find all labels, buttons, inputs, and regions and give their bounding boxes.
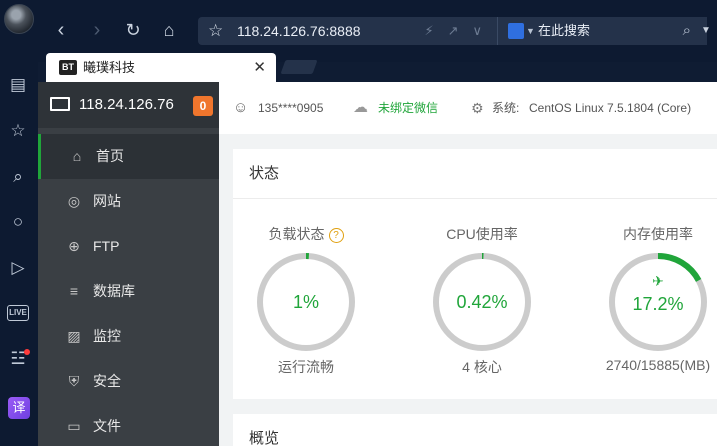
sidebar-item-website[interactable]: ◎ 网站 [38,179,219,224]
status-title: 状态 [233,149,717,199]
new-tab-button[interactable] [280,60,318,74]
forward-icon[interactable]: › [84,17,110,43]
gauge-label: CPU使用率 [446,226,518,242]
home-icon: ⌂ [72,148,82,164]
gear-icon: ⚙ [471,100,484,116]
sidebar-item-home[interactable]: ⌂ 首页 [38,134,219,179]
main-content: ☺ 135****0905 ☁ 未绑定微信 ⚙ 系统: CentOS Linux… [219,82,717,446]
address-tools-icons[interactable]: ⚡↗∨ [424,17,496,45]
server-icon [50,97,70,111]
search-icon[interactable]: ⌕ [683,17,691,45]
load-ring: 1% [257,253,355,351]
overview-card: 概览 [233,414,717,446]
translate-icon[interactable]: 译 [8,397,30,419]
overview-title: 概览 [249,430,280,446]
database-icon: ≡ [69,283,79,299]
help-icon[interactable]: ? [328,228,344,243]
back-icon[interactable]: ‹ [48,17,74,43]
refresh-icon[interactable]: ↻ [120,17,146,43]
chat-icon[interactable]: ○ [7,211,29,233]
load-gauge[interactable]: 负载状态? 1% 运行流畅 [251,223,361,377]
tab-favicon: BT [59,60,77,75]
active-tab[interactable]: BT 曦璞科技 ✕ [46,53,276,82]
page: 118.24.126.76 0 ⌂ 首页 ◎ 网站 ⊕ FTP ≡ 数据库 ▨ … [38,82,717,446]
memory-ring: ✈ 17.2% [609,253,707,351]
rocket-icon[interactable]: ✈ [652,274,664,290]
close-tab-icon[interactable]: ✕ [253,53,266,82]
memory-sub: 2740/15885(MB) [605,357,711,373]
load-sub: 运行流畅 [278,359,334,375]
favorites-star-icon[interactable]: ☆ [7,120,29,142]
system-label: 系统: [492,101,520,115]
browser-sidebar: ▤ ☆ ⌕ ○ ▷ LIVE ☳ 译 [0,62,38,446]
gauge-label: 内存使用率 [623,226,693,242]
info-bar: ☺ 135****0905 ☁ 未绑定微信 ⚙ 系统: CentOS Linux… [219,82,717,134]
search-engine-icon[interactable] [508,23,524,39]
user-avatar[interactable] [4,4,34,34]
system-value: CentOS Linux 7.5.1804 (Core) [529,101,692,115]
gauge-label: 负载状态? [251,223,361,245]
host-ip: 118.24.126.76 [79,96,174,113]
address-bar[interactable]: ☆ 118.24.126.76:8888 ⚡↗∨ [198,17,510,45]
ftp-icon: ⊕ [68,238,80,254]
shield-icon: ⛨ [68,373,80,389]
gauge-row: 负载状态? 1% 运行流畅 CPU使用率 0.42% 4 核心 内存使用率 ✈ … [233,199,717,399]
message-badge[interactable]: 0 [193,96,213,116]
sidebar-item-label: FTP [93,238,120,254]
sidebar-item-label: 首页 [96,148,124,164]
folder-icon: ▭ [67,418,81,434]
user-icon: ☺ [233,99,249,116]
sidebar-item-database[interactable]: ≡ 数据库 [38,269,219,314]
memory-value: 17.2% [632,294,683,314]
panel-sidebar: 118.24.126.76 0 ⌂ 首页 ◎ 网站 ⊕ FTP ≡ 数据库 ▨ … [38,82,219,446]
video-icon[interactable]: ▷ [7,257,29,279]
search-placeholder[interactable]: 在此搜索 [538,17,590,45]
wechat-icon: ☁ [353,99,368,116]
cpu-value: 0.42% [456,292,507,312]
sidebar-item-security[interactable]: ⛨ 安全 [38,359,219,404]
memory-gauge[interactable]: 内存使用率 ✈ 17.2% 2740/15885(MB) [603,223,713,373]
engine-dropdown-icon[interactable]: ▼ [526,17,535,45]
sidebar-item-monitor[interactable]: ▨ 监控 [38,314,219,359]
sidebar-item-label: 文件 [93,418,121,434]
sidebar-item-label: 数据库 [93,283,135,299]
address-url[interactable]: 118.24.126.76:8888 [237,17,361,45]
cpu-sub: 4 核心 [462,359,502,375]
user-account[interactable]: 135****0905 [258,82,323,134]
search-box[interactable]: ▼ 在此搜索 ⌕ [497,17,707,45]
live-icon[interactable]: LIVE [7,305,29,321]
status-card: 状态 负载状态? 1% 运行流畅 CPU使用率 0.42% 4 核心 内存使用率… [233,149,717,399]
search-menu-chevron-icon[interactable]: ▼ [701,17,711,45]
news-icon[interactable]: ▤ [7,74,29,96]
sidebar-item-files[interactable]: ▭ 文件 [38,404,219,446]
sidebar-item-label: 安全 [93,373,121,389]
notification-dot [24,349,30,355]
search-sidebar-icon[interactable]: ⌕ [7,166,29,188]
tab-title[interactable]: 曦璞科技 [83,53,135,82]
cpu-ring: 0.42% [433,253,531,351]
host-header: 118.24.126.76 0 [38,82,219,128]
sidebar-item-ftp[interactable]: ⊕ FTP [38,224,219,269]
cpu-gauge[interactable]: CPU使用率 0.42% 4 核心 [427,223,537,377]
monitor-chart-icon: ▨ [67,328,81,344]
bookmark-star-icon[interactable]: ☆ [208,17,223,45]
sidebar-item-label: 网站 [93,193,121,209]
sidebar-item-label: 监控 [93,328,121,344]
home-icon[interactable]: ⌂ [156,17,182,43]
load-value: 1% [293,292,319,312]
globe-icon: ◎ [67,193,81,209]
wechat-status-link[interactable]: 未绑定微信 [378,82,438,134]
